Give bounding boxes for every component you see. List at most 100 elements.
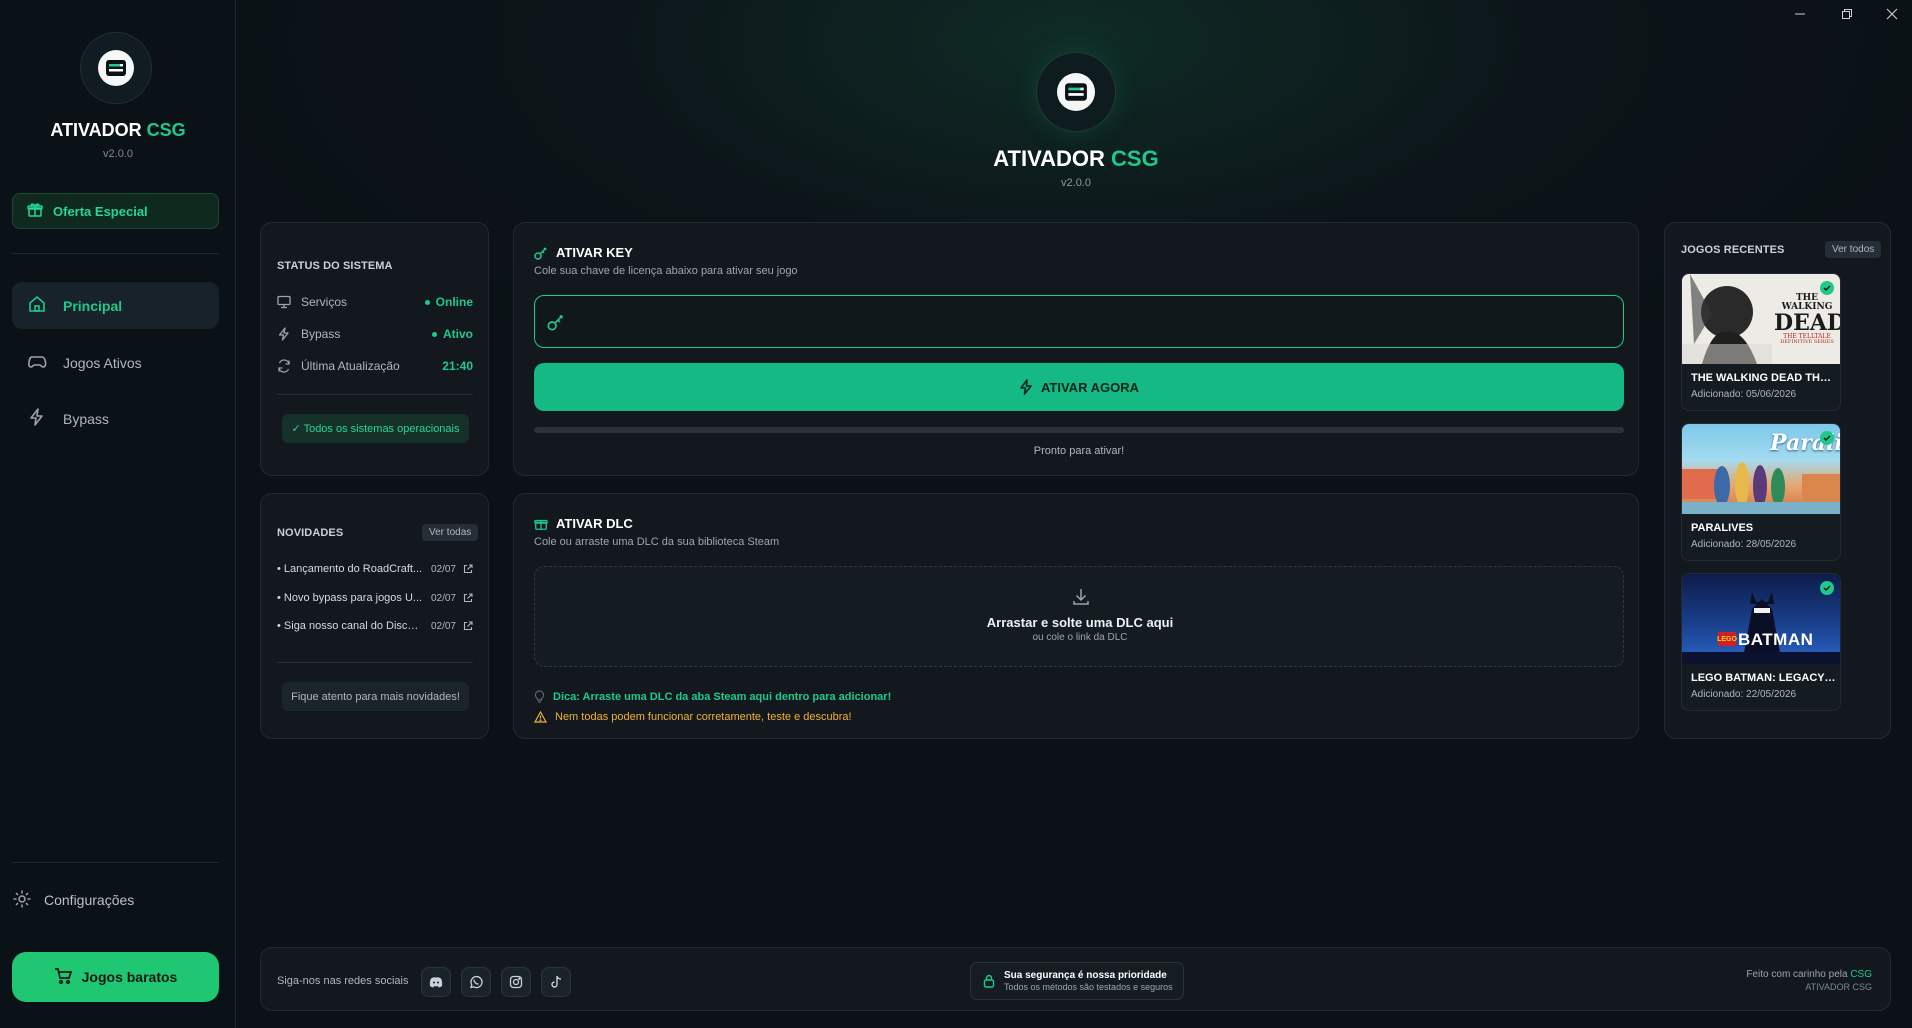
maximize-button[interactable] [1834,4,1860,24]
news-item-text: • Lançamento do RoadCraft... [277,563,423,575]
gamepad-icon [27,351,47,374]
social-label: Siga-nos nas redes sociais [277,975,409,987]
external-link-icon [463,564,473,574]
news-item[interactable]: • Siga nosso canal do Discor... 02/07 [277,617,473,635]
activate-key-card: ATIVAR KEY Cole sua chave de licença aba… [513,222,1639,476]
sidebar-version: v2.0.0 [103,148,133,160]
divider [12,862,219,863]
status-value: 21:40 [442,359,473,373]
status-label: Bypass [301,327,341,341]
sidebar-app-title: ATIVADOR CSG [50,120,186,140]
nav-label: Jogos Ativos [63,354,142,371]
made-by: Feito com carinho pela CSG ATIVADOR CSG [1746,969,1872,992]
close-icon [1886,8,1898,20]
tiktok-icon [550,975,561,988]
footer: Siga-nos nas redes sociais Sua segurança… [260,947,1891,1011]
game-date: Adicionado: 05/06/2026 [1691,389,1797,400]
nav-label: Bypass [63,410,109,427]
cover-art-text: BATMAN [1738,630,1814,649]
activate-key-header: ATIVAR KEY [534,245,633,260]
recent-games-see-all-button[interactable]: Ver todos [1825,241,1882,258]
news-item-date: 02/07 [430,620,456,632]
instagram-button[interactable] [501,967,531,997]
special-offer-button[interactable]: Oferta Especial [12,193,219,229]
game-title: PARALIVES [1691,522,1754,534]
activate-key-title: ATIVAR KEY [556,245,633,260]
game-date: Adicionado: 28/05/2026 [1691,539,1797,550]
restore-icon [1842,9,1852,19]
bolt-icon [278,327,289,341]
gift-icon [27,202,43,221]
active-dot [432,332,437,338]
game-title: THE WALKING DEAD THE TELL... [1691,372,1837,384]
divider [12,253,219,254]
license-key-input[interactable] [573,313,1623,330]
bolt-icon [27,407,47,430]
settings-label: Configurações [44,892,135,908]
app-logo [80,32,152,104]
drop-zone-subtitle: ou cole o link da DLC [1032,632,1128,643]
nav-item-bypass[interactable]: Bypass [12,395,219,442]
status-value: Online [435,295,473,309]
activation-progress-bar [534,427,1624,433]
divider [277,394,473,395]
minimize-button[interactable] [1787,4,1813,24]
activate-dlc-card: ATIVAR DLC Cole ou arraste uma DLC da su… [513,493,1639,739]
instagram-icon [509,975,523,989]
home-icon [27,294,47,317]
news-see-all-button[interactable]: Ver todas [422,524,479,541]
whatsapp-button[interactable] [461,967,491,997]
made-by-text: Feito com carinho pela [1746,969,1848,980]
settings-button[interactable]: Configurações [12,886,219,914]
gift-icon [534,519,548,530]
status-label: Serviços [301,295,348,309]
news-item[interactable]: • Lançamento do RoadCraft... 02/07 [277,560,473,578]
nav-item-principal[interactable]: Principal [12,282,219,329]
game-cover-walking-dead: THE WALKING DEAD THE TELLTALE DEFINITIVE… [1682,274,1841,364]
gear-icon [12,889,32,912]
monitor-icon [277,295,291,309]
cover-art-text: DEAD [1774,310,1841,336]
activation-status-text: Pronto para ativar! [1033,445,1125,457]
external-link-icon [463,621,473,631]
activated-check-icon [1820,431,1834,445]
dlc-warning-text: Nem todas podem funcionar corretamente, … [555,711,852,723]
close-button[interactable] [1879,4,1905,24]
news-item-text: • Novo bypass para jogos U... [277,592,423,604]
game-title: LEGO BATMAN: LEGACY OF TH... [1691,672,1837,684]
cheap-games-label: Jogos baratos [81,969,178,985]
download-icon [1073,589,1089,605]
dlc-tip: Dica: Arraste uma DLC da aba Steam aqui … [534,690,891,703]
discord-button[interactable] [421,967,451,997]
activate-dlc-subtitle: Cole ou arraste uma DLC da sua bibliotec… [534,536,780,548]
main-version: v2.0.0 [1061,177,1091,189]
dlc-drop-zone[interactable]: Arrastar e solte uma DLC aqui ou cole o … [534,566,1624,667]
logo-icon [98,50,134,86]
activate-now-button[interactable]: ATIVAR AGORA [534,363,1624,411]
recent-game-card[interactable]: LEGO BATMAN LEGO BATMAN: LEGACY OF TH...… [1681,573,1841,711]
security-notice: Sua segurança é nossa prioridade Todos o… [970,962,1184,1000]
license-key-field[interactable] [534,295,1624,348]
security-title: Sua segurança é nossa prioridade [1004,970,1167,981]
nav-item-jogos-ativos[interactable]: Jogos Ativos [12,339,219,386]
dlc-tip-text: Dica: Arraste uma DLC da aba Steam aqui … [553,690,892,703]
status-value: Ativo [443,327,473,341]
key-icon [534,246,547,260]
bolt-icon [1020,379,1032,395]
warning-icon [534,711,547,723]
activate-dlc-title: ATIVAR DLC [556,516,633,531]
recent-game-card[interactable]: Paralives PARALIVES Adicionado: 28/05/20… [1681,423,1841,561]
status-title: STATUS DO SISTEMA [277,260,393,272]
refresh-icon [278,359,290,373]
news-item-text: • Siga nosso canal do Discor... [277,620,423,632]
status-label: Última Atualização [301,359,400,373]
news-item[interactable]: • Novo bypass para jogos U... 02/07 [277,589,473,607]
cheap-games-button[interactable]: Jogos baratos [12,952,219,1002]
minimize-icon [1795,13,1805,15]
tiktok-button[interactable] [541,967,571,997]
recent-game-card[interactable]: THE WALKING DEAD THE TELLTALE DEFINITIVE… [1681,273,1841,411]
activated-check-icon [1820,581,1834,595]
cover-art-text: DEFINITIVE SERIES [1780,339,1834,345]
whatsapp-icon [470,975,483,989]
special-offer-label: Oferta Especial [53,203,148,219]
